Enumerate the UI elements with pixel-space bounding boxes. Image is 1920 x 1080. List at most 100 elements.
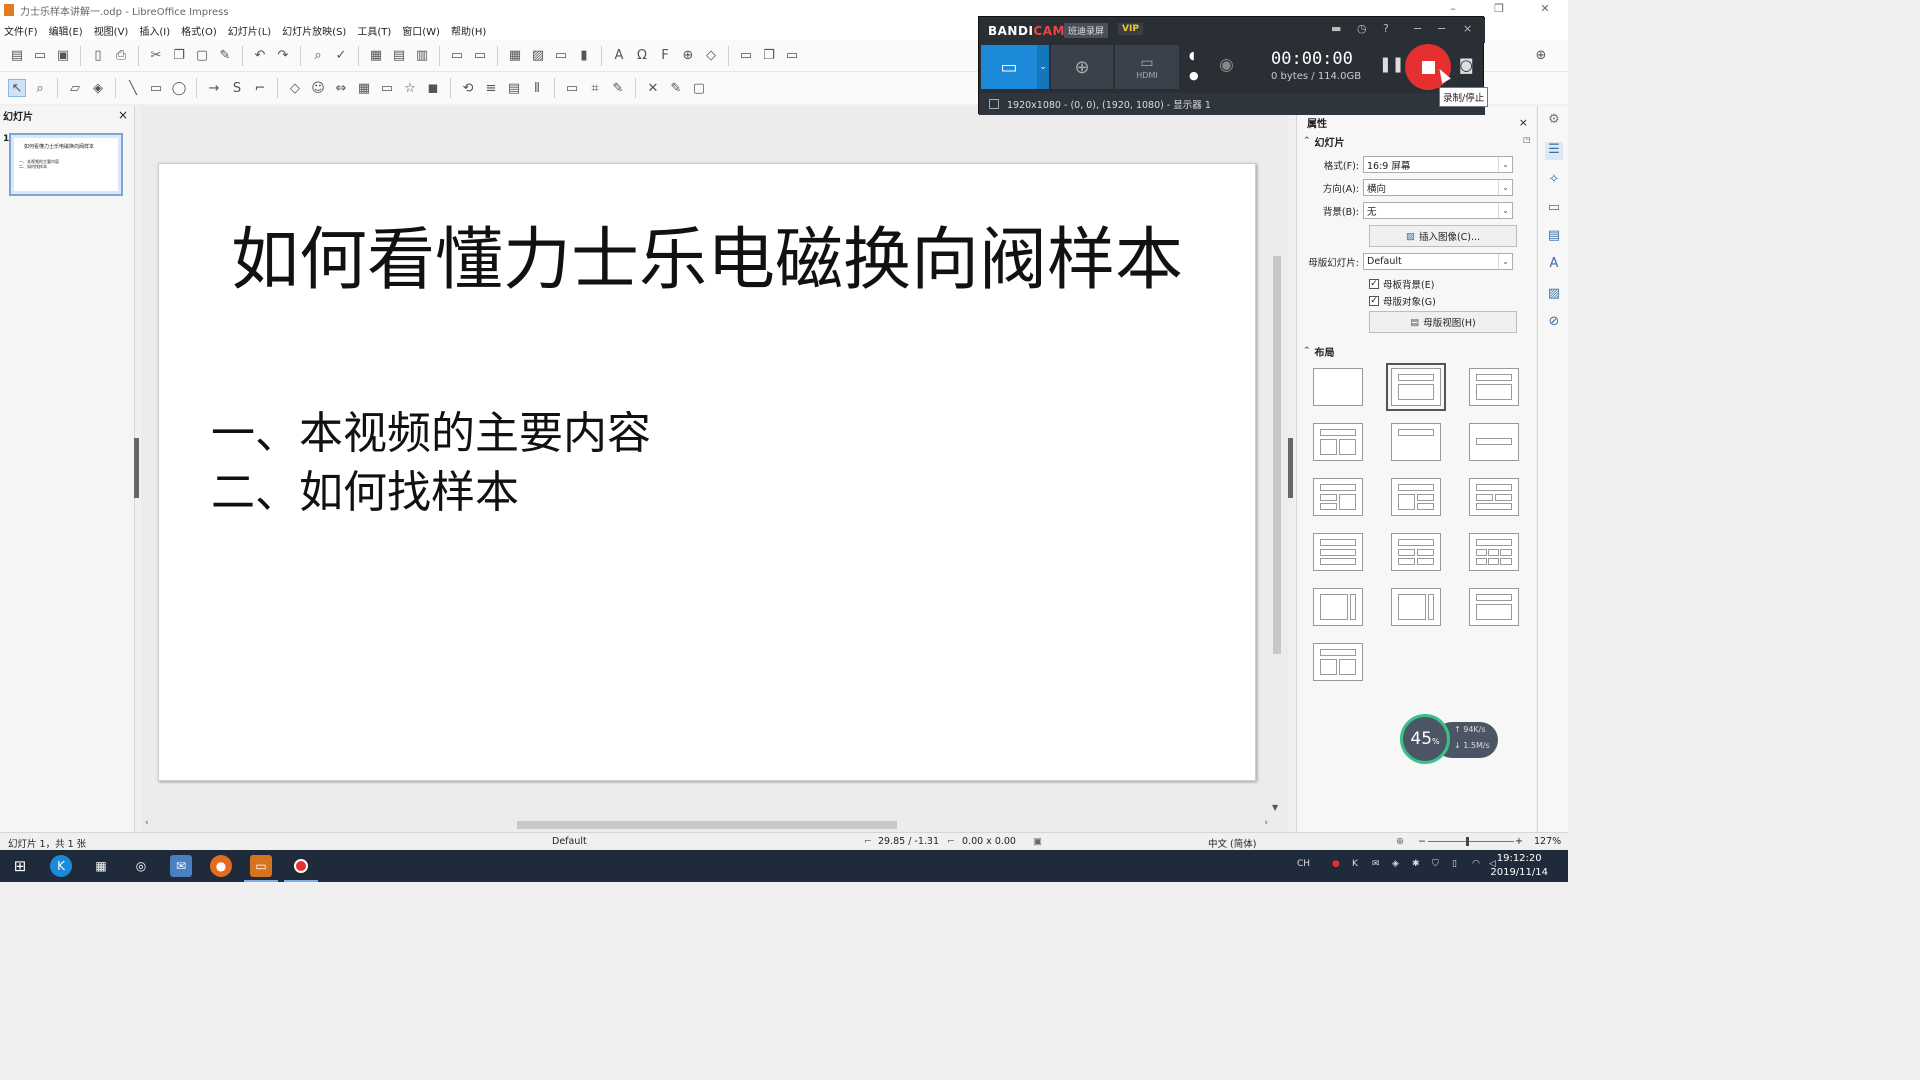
undo-icon[interactable]: ↶	[251, 47, 269, 65]
slide-thumbnail[interactable]: 如何看懂力士乐电磁换向阀样本 一、本视频的主要内容 二、如何找样本	[9, 133, 123, 196]
glue-points-icon[interactable]: ✎	[667, 79, 685, 97]
navigator-icon[interactable]: ⊘	[1545, 314, 1563, 332]
insert-media-icon[interactable]: ▭	[552, 47, 570, 65]
region-select-icon[interactable]	[989, 99, 999, 109]
master-slides-icon[interactable]: ▤	[1545, 228, 1563, 246]
menu-slideshow[interactable]: 幻灯片放映(S)	[282, 23, 346, 38]
print-icon[interactable]: ⎙	[112, 47, 130, 65]
bluetooth-icon[interactable]: ✱	[1412, 859, 1420, 869]
slide-canvas[interactable]: 如何看懂力士乐电磁换向阀样本 一、本视频的主要内容 二、如何找样本	[158, 163, 1256, 781]
layout-title-6content[interactable]	[1469, 533, 1519, 571]
duplicate-slide-icon[interactable]: ❐	[760, 47, 778, 65]
speaker-icon[interactable]: ◖	[1189, 49, 1195, 62]
zoom-in-icon[interactable]: +	[1515, 836, 1523, 847]
timer-icon[interactable]: ◷	[1357, 22, 1367, 35]
bandicam-collapse-icon[interactable]: −	[1437, 22, 1446, 35]
open-folder-icon[interactable]: ▭	[31, 47, 49, 65]
layout-centered-text[interactable]	[1469, 423, 1519, 461]
ellipse-tool-icon[interactable]: ◯	[170, 79, 188, 97]
layout-title-vertical-text[interactable]	[1469, 588, 1519, 626]
close-button[interactable]: ✕	[1522, 0, 1568, 20]
layout-title-only[interactable]	[1391, 423, 1441, 461]
zoom-slider[interactable]	[1428, 841, 1514, 842]
paste-icon[interactable]: ▢	[193, 47, 211, 65]
security-icon[interactable]: ⛉	[1432, 859, 1439, 869]
shadow-icon[interactable]: ▭	[563, 79, 581, 97]
layout-title-content-over-content[interactable]	[1313, 533, 1363, 571]
rectangle-tool-icon[interactable]: ▭	[147, 79, 165, 97]
vertical-scrollbar[interactable]: ▼	[1271, 106, 1281, 812]
redo-icon[interactable]: ↷	[274, 47, 292, 65]
fontwork-icon[interactable]: F	[656, 47, 674, 65]
insert-image-button[interactable]: ▨ 插入图像(C)...	[1369, 225, 1517, 247]
scroll-right-icon[interactable]: ›	[1264, 818, 1268, 828]
screenshot-camera-icon[interactable]: ◙	[1459, 56, 1474, 74]
taskbar-clock[interactable]: 19:12:20 2019/11/14	[1490, 852, 1548, 880]
master-background-checkbox[interactable]: ✓ 母板背景(E)	[1369, 277, 1434, 291]
start-current-slide-icon[interactable]: ▭	[471, 47, 489, 65]
display-views-icon[interactable]: ▤	[390, 47, 408, 65]
layout-title-2content-content[interactable]	[1313, 478, 1363, 516]
horizontal-scrollbar[interactable]: ‹ ›	[141, 818, 1271, 832]
gallery-icon[interactable]: ▨	[1545, 286, 1563, 304]
zoom-slider-knob[interactable]	[1466, 837, 1469, 846]
distribute-icon[interactable]: ⫴	[528, 79, 546, 97]
crop-icon[interactable]: ⌗	[586, 79, 604, 97]
layout-vertical-title-text-chart[interactable]	[1391, 588, 1441, 626]
3d-objects-icon[interactable]: ◼	[424, 79, 442, 97]
start-first-slide-icon[interactable]: ▭	[448, 47, 466, 65]
menu-edit[interactable]: 编辑(E)	[49, 23, 83, 38]
hyperlink-icon[interactable]: ⊕	[679, 47, 697, 65]
zoom-level[interactable]: 127%	[1534, 836, 1561, 847]
globe-icon[interactable]: ⊕	[1532, 46, 1550, 64]
tray-record-icon[interactable]: ●	[1332, 859, 1340, 869]
insert-image-icon[interactable]: ▨	[529, 47, 547, 65]
properties-tab-icon[interactable]: ☰	[1545, 142, 1563, 160]
windows-start-icon[interactable]: ⊞	[9, 855, 31, 877]
master-view-button[interactable]: ▤ 母版视图(H)	[1369, 311, 1517, 333]
master-objects-checkbox[interactable]: ✓ 母版对象(G)	[1369, 294, 1436, 308]
photos-app-icon[interactable]: ◎	[130, 855, 152, 877]
network-monitor-widget[interactable]: ↑ 94K/s ↓ 1.5M/s 45%	[1400, 714, 1498, 766]
layout-title-vertical-text-clipart[interactable]	[1313, 643, 1363, 681]
special-character-icon[interactable]: Ω	[633, 47, 651, 65]
grid-icon[interactable]: ▦	[367, 47, 385, 65]
menu-format[interactable]: 格式(O)	[181, 23, 217, 38]
layout-title-content[interactable]	[1386, 363, 1446, 411]
device-mode-button[interactable]: ▭ HDMI	[1115, 45, 1179, 89]
menu-tools[interactable]: 工具(T)	[357, 23, 391, 38]
connectors-icon[interactable]: ⌐	[251, 79, 269, 97]
lines-arrows-icon[interactable]: →	[205, 79, 223, 97]
master-slide-select[interactable]: Default ⌄	[1363, 253, 1513, 270]
orientation-select[interactable]: 横向 ⌄	[1363, 179, 1513, 196]
slide-title[interactable]: 如何看懂力士乐电磁换向阀样本	[159, 204, 1255, 303]
webcam-icon[interactable]: ◉	[1219, 55, 1234, 75]
insert-table-icon[interactable]: ▦	[506, 47, 524, 65]
help-icon[interactable]: ?	[1383, 22, 1389, 35]
delete-slide-icon[interactable]: ▭	[783, 47, 801, 65]
points-icon[interactable]: ✕	[644, 79, 662, 97]
tray-mail-icon[interactable]: ✉	[1372, 859, 1380, 869]
vertical-scroll-thumb[interactable]	[1273, 256, 1281, 654]
bandicam-close-icon[interactable]: ×	[1463, 22, 1472, 35]
section-slide-header[interactable]: ⌃ 幻灯片	[1297, 132, 1345, 150]
close-properties-icon[interactable]: ×	[1519, 116, 1528, 129]
format-select[interactable]: 16:9 屏幕 ⌄	[1363, 156, 1513, 173]
new-slide-icon[interactable]: ▭	[737, 47, 755, 65]
menu-slide[interactable]: 幻灯片(L)	[228, 23, 271, 38]
tray-app-icon[interactable]: ◈	[1392, 859, 1399, 869]
new-document-icon[interactable]: ▤	[8, 47, 26, 65]
firefox-app-icon[interactable]: ●	[210, 855, 232, 877]
impress-taskbar-icon[interactable]: ▭	[244, 855, 278, 882]
rotate-icon[interactable]: ⟲	[459, 79, 477, 97]
line-tool-icon[interactable]: ╲	[124, 79, 142, 97]
vip-badge[interactable]: VIP	[1118, 23, 1143, 35]
microphone-icon[interactable]: ●	[1189, 69, 1199, 82]
cut-icon[interactable]: ✂	[147, 47, 165, 65]
bandicam-minimize-icon[interactable]: −	[1413, 22, 1422, 35]
pause-icon[interactable]: ❚❚	[1379, 55, 1404, 73]
clone-formatting-icon[interactable]: ✎	[216, 47, 234, 65]
curves-icon[interactable]: S	[228, 79, 246, 97]
layout-title-content-2content[interactable]	[1391, 478, 1441, 516]
layout-title-two-content[interactable]	[1313, 423, 1363, 461]
